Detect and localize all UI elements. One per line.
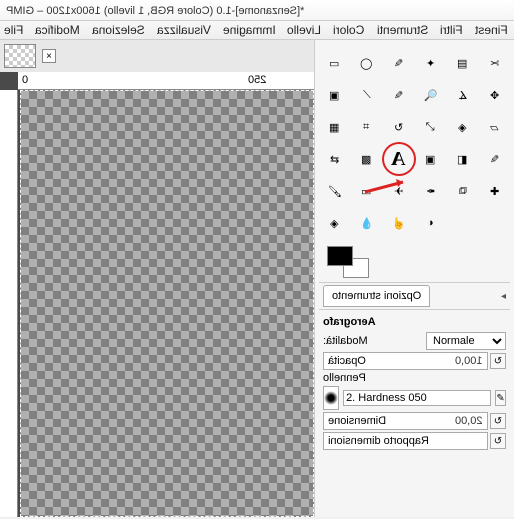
tool-rotate[interactable]: ↻ — [384, 112, 414, 142]
tool-text[interactable]: A — [384, 144, 414, 174]
toolbox: ▭◯✎✦▤✂▣⟋✎🔍∡✥▦⌗↻⤢◈▱⇄▩A▣◧✎🖌▭✈✒⧉✚◈💧☝◐ Opzio… — [314, 40, 514, 517]
tool-scissors[interactable]: ✂ — [480, 48, 510, 78]
mode-select[interactable]: Normale — [426, 332, 506, 350]
tool-flip[interactable]: ⇄ — [320, 144, 350, 174]
menu-colors[interactable]: Colori — [333, 23, 364, 37]
opacity-reset-button[interactable]: ↺ — [490, 353, 506, 369]
menu-view[interactable]: Visualizza — [157, 23, 211, 37]
tool-zoom[interactable]: 🔍 — [416, 80, 446, 110]
tool-ink[interactable]: ✒ — [416, 176, 446, 206]
tool-smudge[interactable]: ☝ — [384, 208, 414, 238]
menu-select[interactable]: Seleziona — [92, 23, 145, 37]
brush-label: Pennello — [323, 372, 506, 384]
tool-options-panel: Aerografo Modalità: Normale Opacità 100,… — [319, 309, 510, 456]
brush-name-input[interactable] — [343, 390, 491, 406]
tool-ellipse-select[interactable]: ◯ — [352, 48, 382, 78]
brush-edit-button[interactable]: ✎ — [495, 390, 506, 406]
menu-file[interactable]: File — [4, 23, 23, 37]
menubar: File Modifica Seleziona Visualizza Immag… — [0, 21, 514, 40]
tool-blur[interactable]: 💧 — [352, 208, 382, 238]
tool-align[interactable]: ▦ — [320, 112, 350, 142]
tool-cage[interactable]: ▩ — [352, 144, 382, 174]
menu-image[interactable]: Immagine — [223, 23, 276, 37]
ratio-reset-button[interactable]: ↺ — [490, 433, 506, 449]
size-reset-button[interactable]: ↺ — [490, 413, 506, 429]
tool-foreground-select[interactable]: ▣ — [320, 80, 350, 110]
tool-paths[interactable]: ⟋ — [352, 80, 382, 110]
tool-free-select[interactable]: ✎ — [384, 48, 414, 78]
tool-options-tab[interactable]: Opzioni strumento — [323, 285, 430, 307]
menu-windows[interactable]: Finest — [475, 23, 508, 37]
canvas[interactable] — [20, 90, 314, 517]
tool-bucket-fill[interactable]: ▣ — [416, 144, 446, 174]
brush-preview[interactable] — [323, 386, 339, 410]
mode-label: Modalità: — [323, 335, 422, 347]
tool-pencil[interactable]: ✎ — [480, 144, 510, 174]
document-thumbnail[interactable] — [4, 44, 36, 68]
tool-rect-select[interactable]: ▭ — [320, 48, 350, 78]
color-swatch[interactable] — [327, 246, 369, 278]
tool-eraser[interactable]: ▭ — [352, 176, 382, 206]
menu-edit[interactable]: Modifica — [35, 23, 80, 37]
menu-filters[interactable]: Filtri — [440, 23, 463, 37]
tool-measure[interactable]: ∡ — [448, 80, 478, 110]
size-slider[interactable]: Dimensione 20,00 — [323, 412, 488, 430]
tool-perspective-clone[interactable]: ◈ — [320, 208, 350, 238]
canvas-area: × 0 250 — [0, 40, 314, 517]
tool-dodge[interactable]: ◐ — [416, 208, 446, 238]
tool-fuzzy-select[interactable]: ✦ — [416, 48, 446, 78]
tool-crop[interactable]: ⌗ — [352, 112, 382, 142]
tool-clone[interactable]: ⧉ — [448, 176, 478, 206]
ratio-slider[interactable]: Rapporto dimensioni — [323, 432, 488, 450]
foreground-color[interactable] — [327, 246, 353, 266]
tool-color-picker[interactable]: ✎ — [384, 80, 414, 110]
vertical-ruler — [0, 90, 18, 517]
tool-perspective[interactable]: ▱ — [480, 112, 510, 142]
tool-shear[interactable]: ◈ — [448, 112, 478, 142]
menu-tools[interactable]: Strumenti — [377, 23, 428, 37]
opacity-slider[interactable]: Opacità 100,0 — [323, 352, 488, 370]
tool-paintbrush[interactable]: 🖌 — [320, 176, 350, 206]
tool-heal[interactable]: ✚ — [480, 176, 510, 206]
horizontal-ruler: 0 250 — [18, 72, 314, 90]
tool-scale[interactable]: ⤢ — [416, 112, 446, 142]
tool-airbrush[interactable]: ✈ — [384, 176, 414, 206]
tab-menu-icon[interactable]: ◂ — [501, 291, 506, 302]
close-document-button[interactable]: × — [42, 49, 56, 63]
menu-layer[interactable]: Livello — [287, 23, 321, 37]
tool-move[interactable]: ✥ — [480, 80, 510, 110]
window-title: *[Senzanome]-1.0 (Colore RGB, 1 livello)… — [0, 0, 514, 21]
tool-options-title: Aerografo — [323, 314, 506, 330]
tool-by-color-select[interactable]: ▤ — [448, 48, 478, 78]
tool-blend[interactable]: ◧ — [448, 144, 478, 174]
